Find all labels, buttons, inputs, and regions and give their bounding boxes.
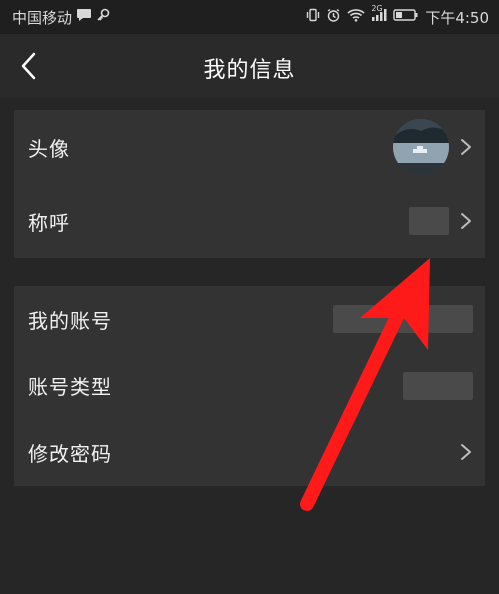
nickname-row[interactable]: 称呼 [14,184,485,258]
account-type-value-redacted [403,371,473,400]
avatar-image [393,119,449,175]
nickname-value-redacted [409,207,449,235]
page-title: 我的信息 [203,58,296,83]
avatar-label: 头像 [28,136,70,161]
nickname-row-right [409,207,473,235]
key-icon [96,8,110,26]
app-bar: 我的信息 [0,34,499,98]
account-row: 我的账号 [14,286,485,353]
change-password-row[interactable]: 修改密码 [14,419,485,486]
status-time: 下午4:50 [425,8,489,27]
chevron-right-icon [461,139,471,155]
account-section: 我的账号 账号类型 修改密码 [14,286,485,486]
status-right: 2G 下午4:50 [306,4,499,28]
profile-section: 头像 称呼 [14,110,485,258]
account-value-redacted [333,305,473,334]
avatar[interactable] [393,119,449,175]
status-left: 中国移动 [0,7,110,28]
account-row-right [333,305,473,334]
chevron-right-icon [461,213,471,229]
chat-bubble-icon [76,8,92,26]
chevron-right-icon [461,444,471,461]
nickname-label: 称呼 [28,210,70,235]
status-bar: 中国移动 2G 下午4:50 [0,0,499,34]
vibrate-icon [306,8,320,26]
avatar-row-right [393,119,473,175]
avatar-row[interactable]: 头像 [14,110,485,184]
change-password-label: 修改密码 [28,441,112,466]
battery-icon [393,8,419,26]
network-type-label: 2G [371,4,383,13]
change-password-row-right [459,442,473,462]
account-type-row-right [403,371,473,400]
page-footer-space [0,486,499,594]
account-type-label: 账号类型 [28,375,112,400]
signal-icon: 2G [371,4,387,26]
alarm-icon [326,8,341,27]
account-type-row: 账号类型 [14,353,485,420]
wifi-icon [347,8,365,26]
carrier-label: 中国移动 [12,8,73,27]
account-label: 我的账号 [28,308,112,333]
